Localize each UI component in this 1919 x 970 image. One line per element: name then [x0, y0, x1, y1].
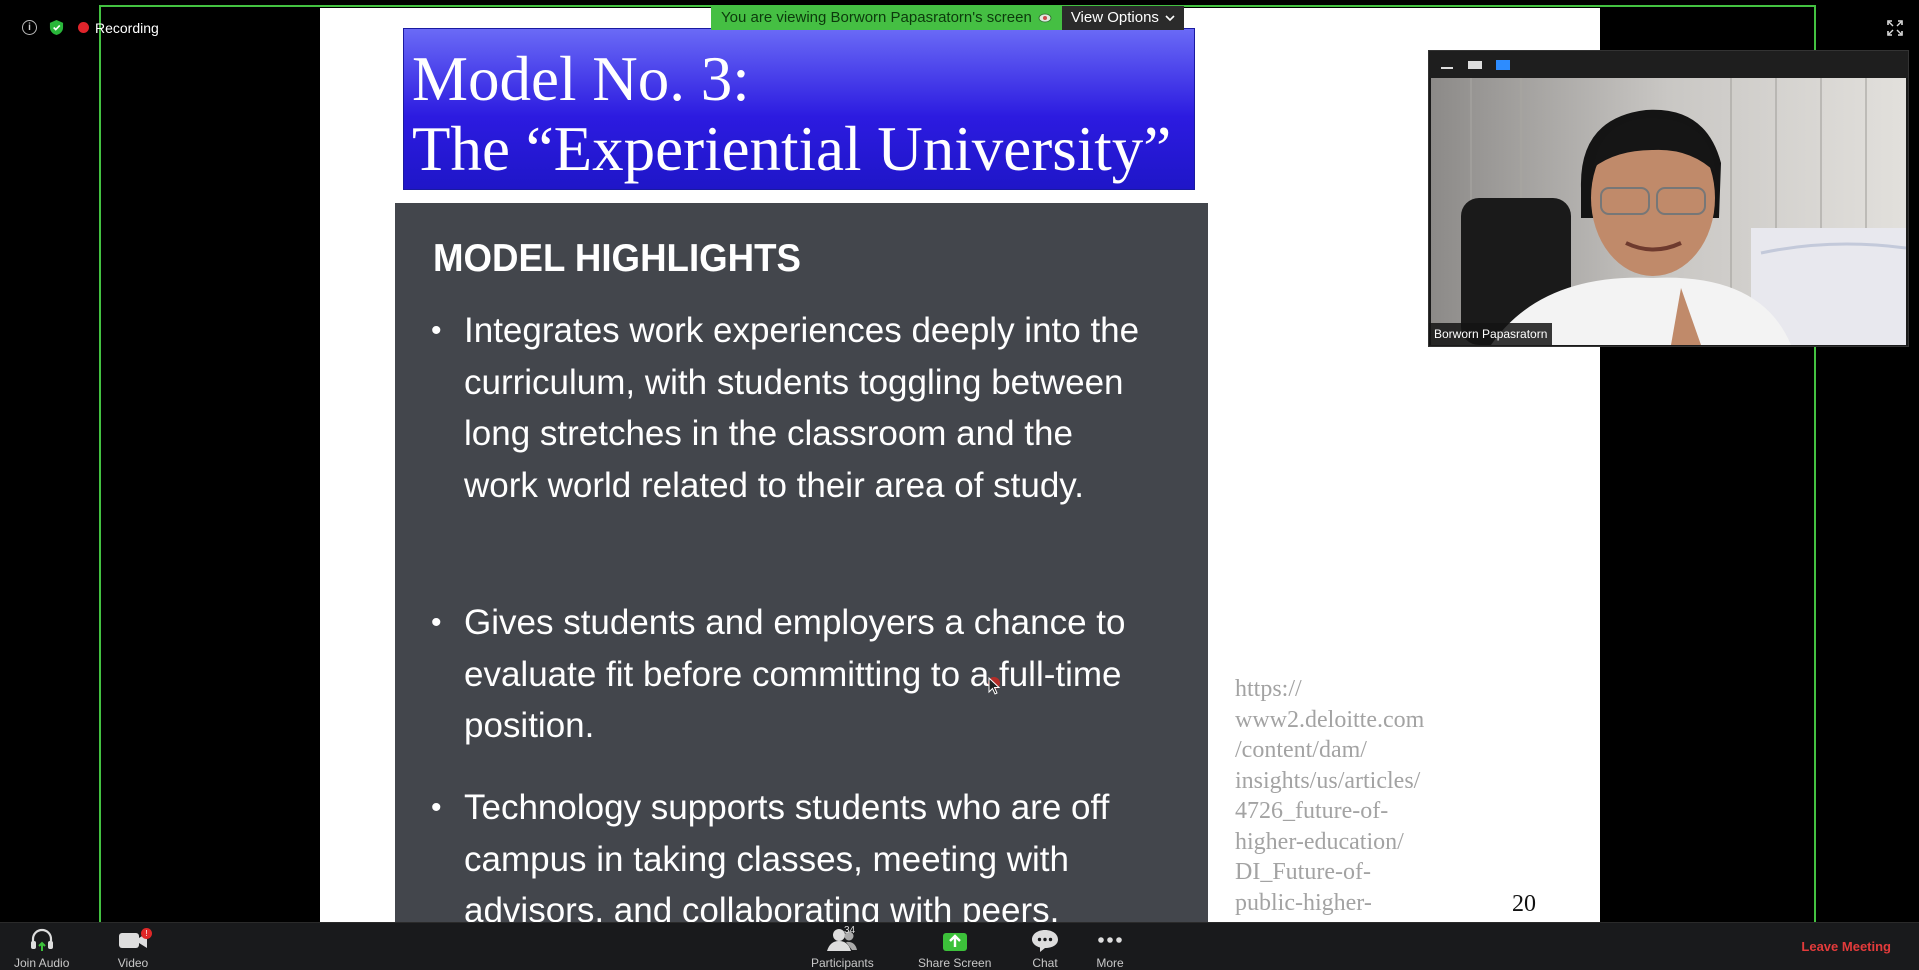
slide-title-line-1: Model No. 3:	[412, 44, 750, 114]
chevron-down-icon	[1165, 14, 1175, 21]
join-audio-label: Join Audio	[14, 956, 70, 970]
share-screen-button[interactable]: Share Screen	[918, 927, 991, 970]
view-options-button[interactable]: View Options	[1061, 6, 1184, 30]
view-options-label: View Options	[1070, 9, 1159, 26]
video-button[interactable]: ! Video	[117, 927, 152, 970]
viewing-message: You are viewing Borworn Papasratorn's sc…	[711, 6, 1062, 30]
highlight-text: Gives students and employers a chance to…	[464, 603, 1126, 745]
highlights-heading: MODEL HIGHLIGHTS	[433, 237, 801, 280]
eye-icon	[1038, 13, 1052, 23]
video-tile-controls	[1429, 51, 1908, 78]
chat-icon	[1032, 930, 1058, 952]
participant-name-tag: Borworn Papasratorn	[1429, 323, 1553, 345]
participants-button[interactable]: 34 Participants	[811, 925, 874, 970]
highlight-bullet: • Technology supports students who are o…	[431, 782, 1151, 922]
source-url-text: https:// www2.deloitte.com /content/dam/…	[1235, 676, 1425, 916]
participants-icon	[827, 929, 858, 951]
slide-title-box: Model No. 3: The “Experiential Universit…	[403, 28, 1195, 190]
more-label: More	[1096, 956, 1124, 970]
recording-indicator-icon	[78, 22, 89, 33]
video-alert-badge: !	[141, 928, 152, 939]
slide-page-number: 20	[1512, 891, 1536, 917]
participant-video-feed	[1431, 78, 1906, 345]
highlight-bullet: • Integrates work experiences deeply int…	[431, 305, 1151, 511]
leave-meeting-button[interactable]: Leave Meeting	[1801, 939, 1891, 954]
top-left-status: i Recording	[22, 19, 159, 36]
slide-title-line-2: The “Experiential University”	[412, 114, 1172, 184]
screen-share-banner: You are viewing Borworn Papasratorn's sc…	[711, 6, 1184, 30]
participant-video-tile[interactable]	[1428, 50, 1909, 347]
chat-label: Chat	[1032, 956, 1058, 970]
speaker-view-icon[interactable]	[1467, 59, 1483, 71]
highlight-bullet: • Gives students and employers a chance …	[431, 597, 1151, 752]
recording-label: Recording	[95, 19, 159, 36]
more-dots-icon	[1098, 937, 1122, 943]
highlights-panel: MODEL HIGHLIGHTS • Integrates work exper…	[395, 203, 1208, 922]
minimize-icon[interactable]	[1439, 59, 1455, 71]
more-button[interactable]: More	[1095, 927, 1125, 970]
mouse-cursor-icon	[988, 677, 1001, 695]
meeting-toolbar: Join Audio ! Video 34 Participants Share…	[0, 922, 1919, 970]
share-screen-icon	[942, 933, 967, 951]
join-audio-button[interactable]: Join Audio	[14, 927, 69, 970]
headphones-icon	[30, 928, 53, 951]
bullet-dot-icon: •	[431, 314, 442, 347]
video-label: Video	[117, 956, 149, 970]
bullet-dot-icon: •	[431, 791, 442, 824]
highlight-text: Integrates work experiences deeply into …	[464, 311, 1140, 505]
viewing-message-text: You are viewing Borworn Papasratorn's sc…	[721, 9, 1032, 26]
chat-button[interactable]: Chat	[1030, 927, 1060, 970]
bullet-dot-icon: •	[431, 606, 442, 639]
security-shield-icon[interactable]	[49, 19, 64, 36]
share-screen-label: Share Screen	[918, 956, 992, 970]
participants-label: Participants	[811, 956, 874, 970]
shared-slide: Model No. 3: The “Experiential Universit…	[320, 8, 1600, 922]
fullscreen-icon[interactable]	[1887, 20, 1903, 36]
info-icon[interactable]: i	[22, 20, 37, 35]
gallery-layout-icon[interactable]	[1495, 59, 1511, 71]
highlight-text: Technology supports students who are off…	[464, 788, 1110, 922]
participants-count: 34	[844, 925, 856, 936]
